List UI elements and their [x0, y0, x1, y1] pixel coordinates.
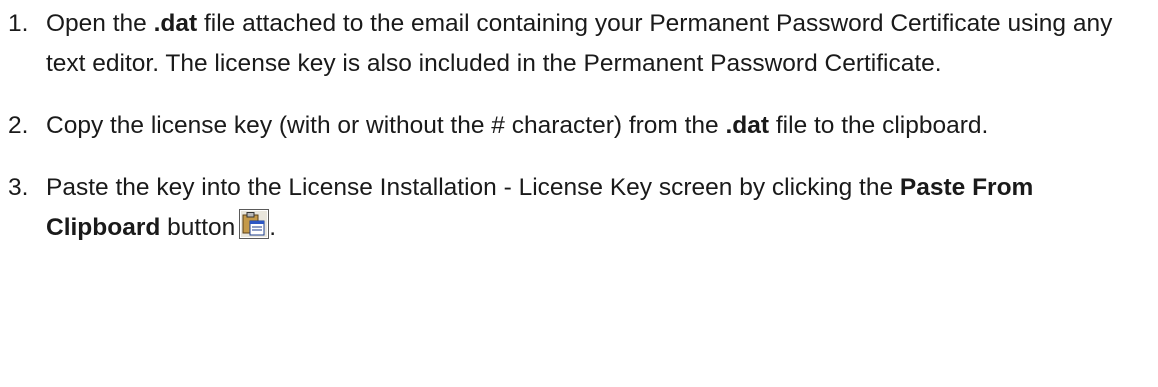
- step-text: Copy the license key (with or without th…: [46, 106, 1153, 146]
- step-text-end: button: [160, 214, 236, 241]
- list-item: 2. Copy the license key (with or without…: [8, 106, 1153, 146]
- step-number: 2.: [8, 112, 29, 139]
- step-number: 3.: [8, 174, 29, 201]
- step-text-start: Open the: [46, 10, 154, 37]
- step-text: Paste the key into the License Installat…: [46, 168, 1153, 248]
- step-text-start: Paste the key into the License Installat…: [46, 174, 900, 201]
- step-text: Open the .dat file attached to the email…: [46, 4, 1153, 84]
- file-extension-dat: .dat: [725, 112, 770, 139]
- file-extension-dat: .dat: [153, 10, 198, 37]
- list-item: 3. Paste the key into the License Instal…: [8, 168, 1153, 248]
- paste-from-clipboard-icon: [239, 209, 270, 239]
- step-text-period: .: [269, 214, 277, 241]
- list-item: 1. Open the .dat file attached to the em…: [8, 4, 1153, 84]
- instruction-list: 1. Open the .dat file attached to the em…: [8, 4, 1153, 270]
- step-text-end: file to the clipboard.: [769, 112, 989, 139]
- step-text-end: file attached to the email containing yo…: [46, 10, 1113, 77]
- step-number: 1.: [8, 10, 29, 37]
- step-text-start: Copy the license key (with or without th…: [46, 112, 726, 139]
